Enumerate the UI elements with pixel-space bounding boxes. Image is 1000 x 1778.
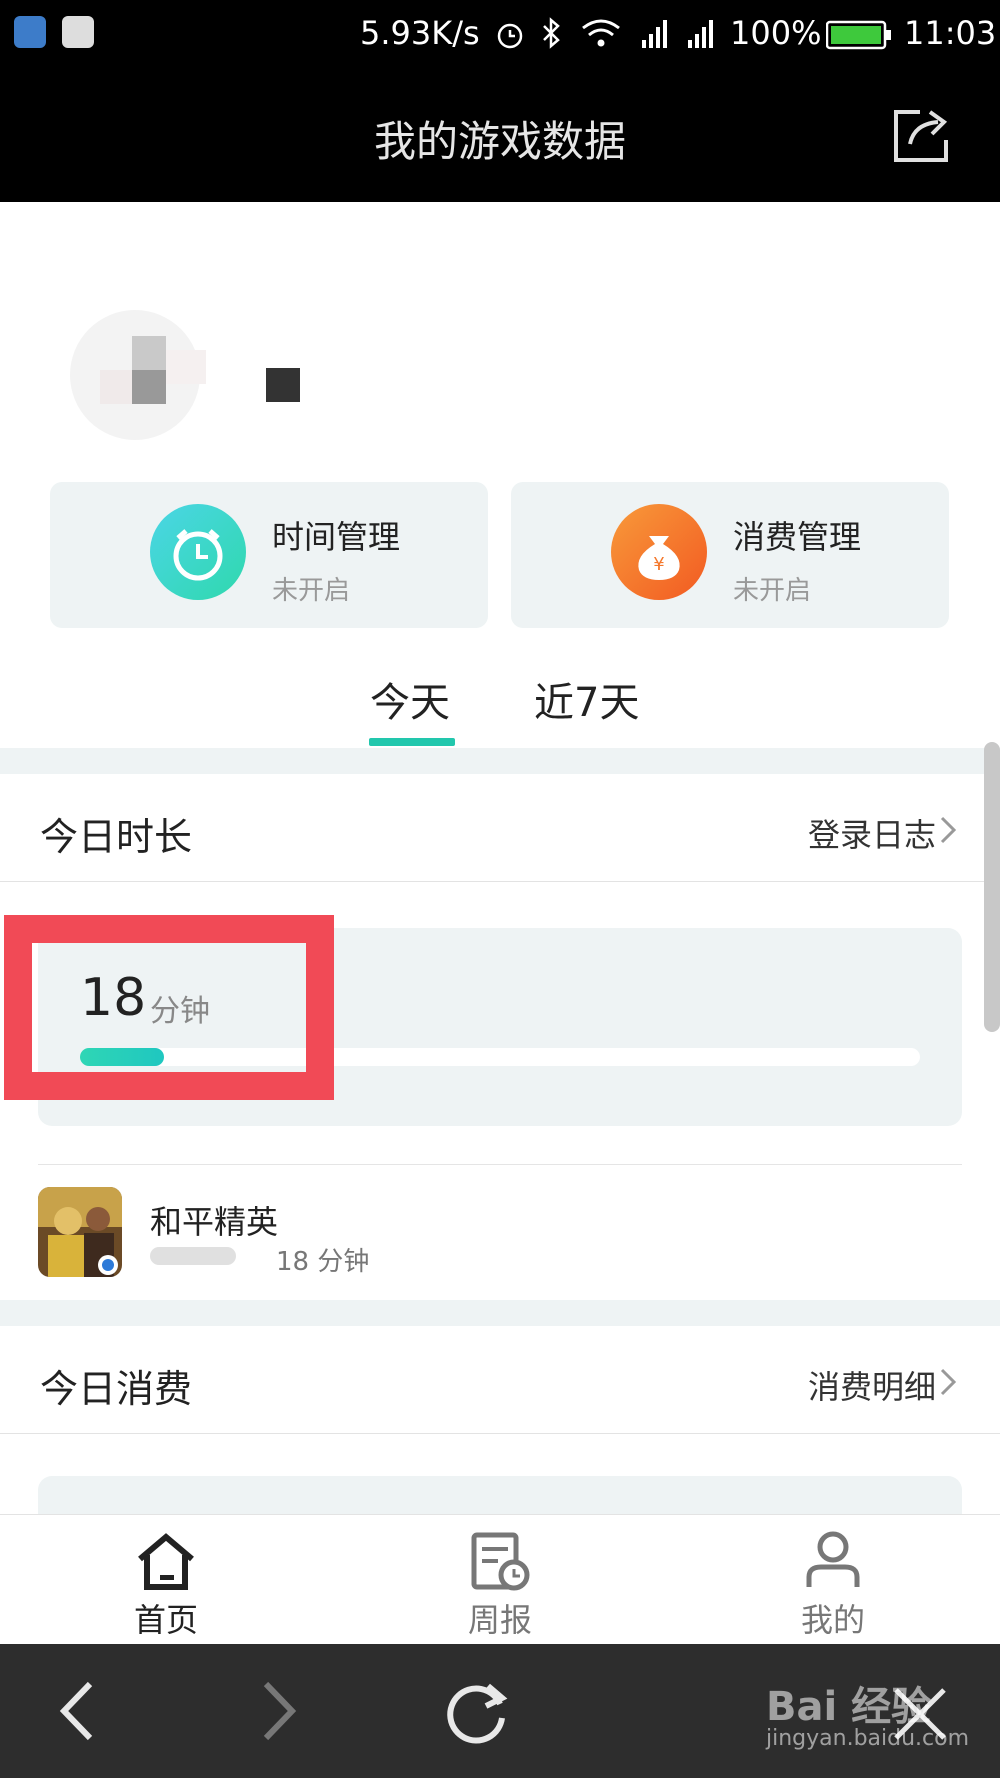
today-duration-header: 今日时长 登录日志 (0, 774, 1000, 882)
highlight-box (4, 915, 334, 1100)
card-title: 消费管理 (733, 518, 862, 556)
refresh-icon[interactable] (444, 1678, 510, 1744)
section-divider (0, 748, 1000, 774)
nav-home[interactable]: 首页 (66, 1515, 266, 1645)
watermark-url: jingyan.baidu.com (766, 1726, 970, 1751)
shield-app-icon (14, 16, 46, 48)
battery-icon (826, 20, 891, 50)
nav-label: 首页 (133, 1601, 198, 1639)
wifi-icon (582, 19, 620, 47)
scrollbar-handle[interactable] (984, 742, 1000, 1032)
tab-7days[interactable]: 近7天 (534, 670, 639, 728)
net-speed: 5.93K/s (360, 14, 480, 52)
spend-detail-link[interactable]: 消费明细 (808, 1362, 936, 1408)
username-redacted (266, 368, 300, 402)
page-title: 我的游戏数据 (373, 117, 626, 166)
alarm-clock-icon (150, 504, 246, 600)
section-title: 今日消费 (40, 1367, 193, 1411)
spend-card (38, 1476, 962, 1516)
login-log-link[interactable]: 登录日志 (808, 810, 936, 856)
section-title: 今日时长 (40, 815, 193, 859)
baidu-watermark: Bai 经验 jingyan.baidu.com (766, 1674, 976, 1754)
game-name: 和平精英 (150, 1203, 279, 1241)
svg-text:¥: ¥ (653, 554, 664, 575)
money-bag-icon: ¥ (611, 504, 707, 600)
tab-today[interactable]: 今天 (370, 670, 450, 728)
user-icon (806, 1531, 860, 1587)
signal-icon-2 (688, 20, 713, 48)
card-status: 未开启 (272, 576, 351, 606)
nav-mine[interactable]: 我的 (733, 1515, 933, 1645)
clock-time: 11:03 (904, 14, 997, 52)
card-title: 时间管理 (272, 518, 401, 556)
section-divider (0, 1300, 1000, 1326)
share-icon[interactable] (892, 106, 952, 166)
spend-management-card[interactable]: ¥ 消费管理 未开启 (511, 482, 949, 628)
forward-icon[interactable] (254, 1680, 304, 1742)
report-icon (471, 1532, 530, 1591)
time-management-card[interactable]: 时间管理 未开启 (50, 482, 488, 628)
title-bar: 我的游戏数据 (0, 72, 1000, 202)
signal-icon-1 (642, 20, 667, 48)
game-icon (38, 1187, 122, 1277)
qq-app-icon (62, 16, 94, 48)
browser-toolbar: Bai 经验 jingyan.baidu.com (0, 1644, 1000, 1778)
card-status: 未开启 (733, 576, 812, 606)
chevron-right-icon[interactable] (934, 816, 962, 844)
battery-percent: 100% (730, 14, 822, 52)
home-icon (138, 1533, 194, 1590)
alarm-icon (497, 23, 523, 49)
game-list-item[interactable]: 和平精英 18 分钟 (38, 1164, 962, 1294)
nav-label: 周报 (467, 1601, 532, 1639)
back-icon[interactable] (54, 1680, 104, 1742)
profile-section (0, 202, 1000, 482)
watermark-brand: Bai 经验 (766, 1684, 932, 1730)
bottom-nav: 首页 周报 我的 (0, 1514, 1000, 1644)
game-playtime: 18 分钟 (276, 1247, 370, 1277)
status-bar: 5.93K/s 100% 11:03 (0, 0, 1000, 72)
tab-bar: 今天 近7天 (0, 640, 1000, 748)
nav-weekly-report[interactable]: 周报 (400, 1515, 600, 1645)
today-spend-header: 今日消费 消费明细 (0, 1326, 1000, 1434)
avatar[interactable] (70, 310, 206, 440)
game-playtime-bar (150, 1247, 236, 1265)
nav-label: 我的 (800, 1601, 865, 1639)
active-tab-indicator (369, 738, 455, 746)
chevron-right-icon[interactable] (934, 1368, 962, 1396)
bluetooth-icon (543, 17, 560, 49)
